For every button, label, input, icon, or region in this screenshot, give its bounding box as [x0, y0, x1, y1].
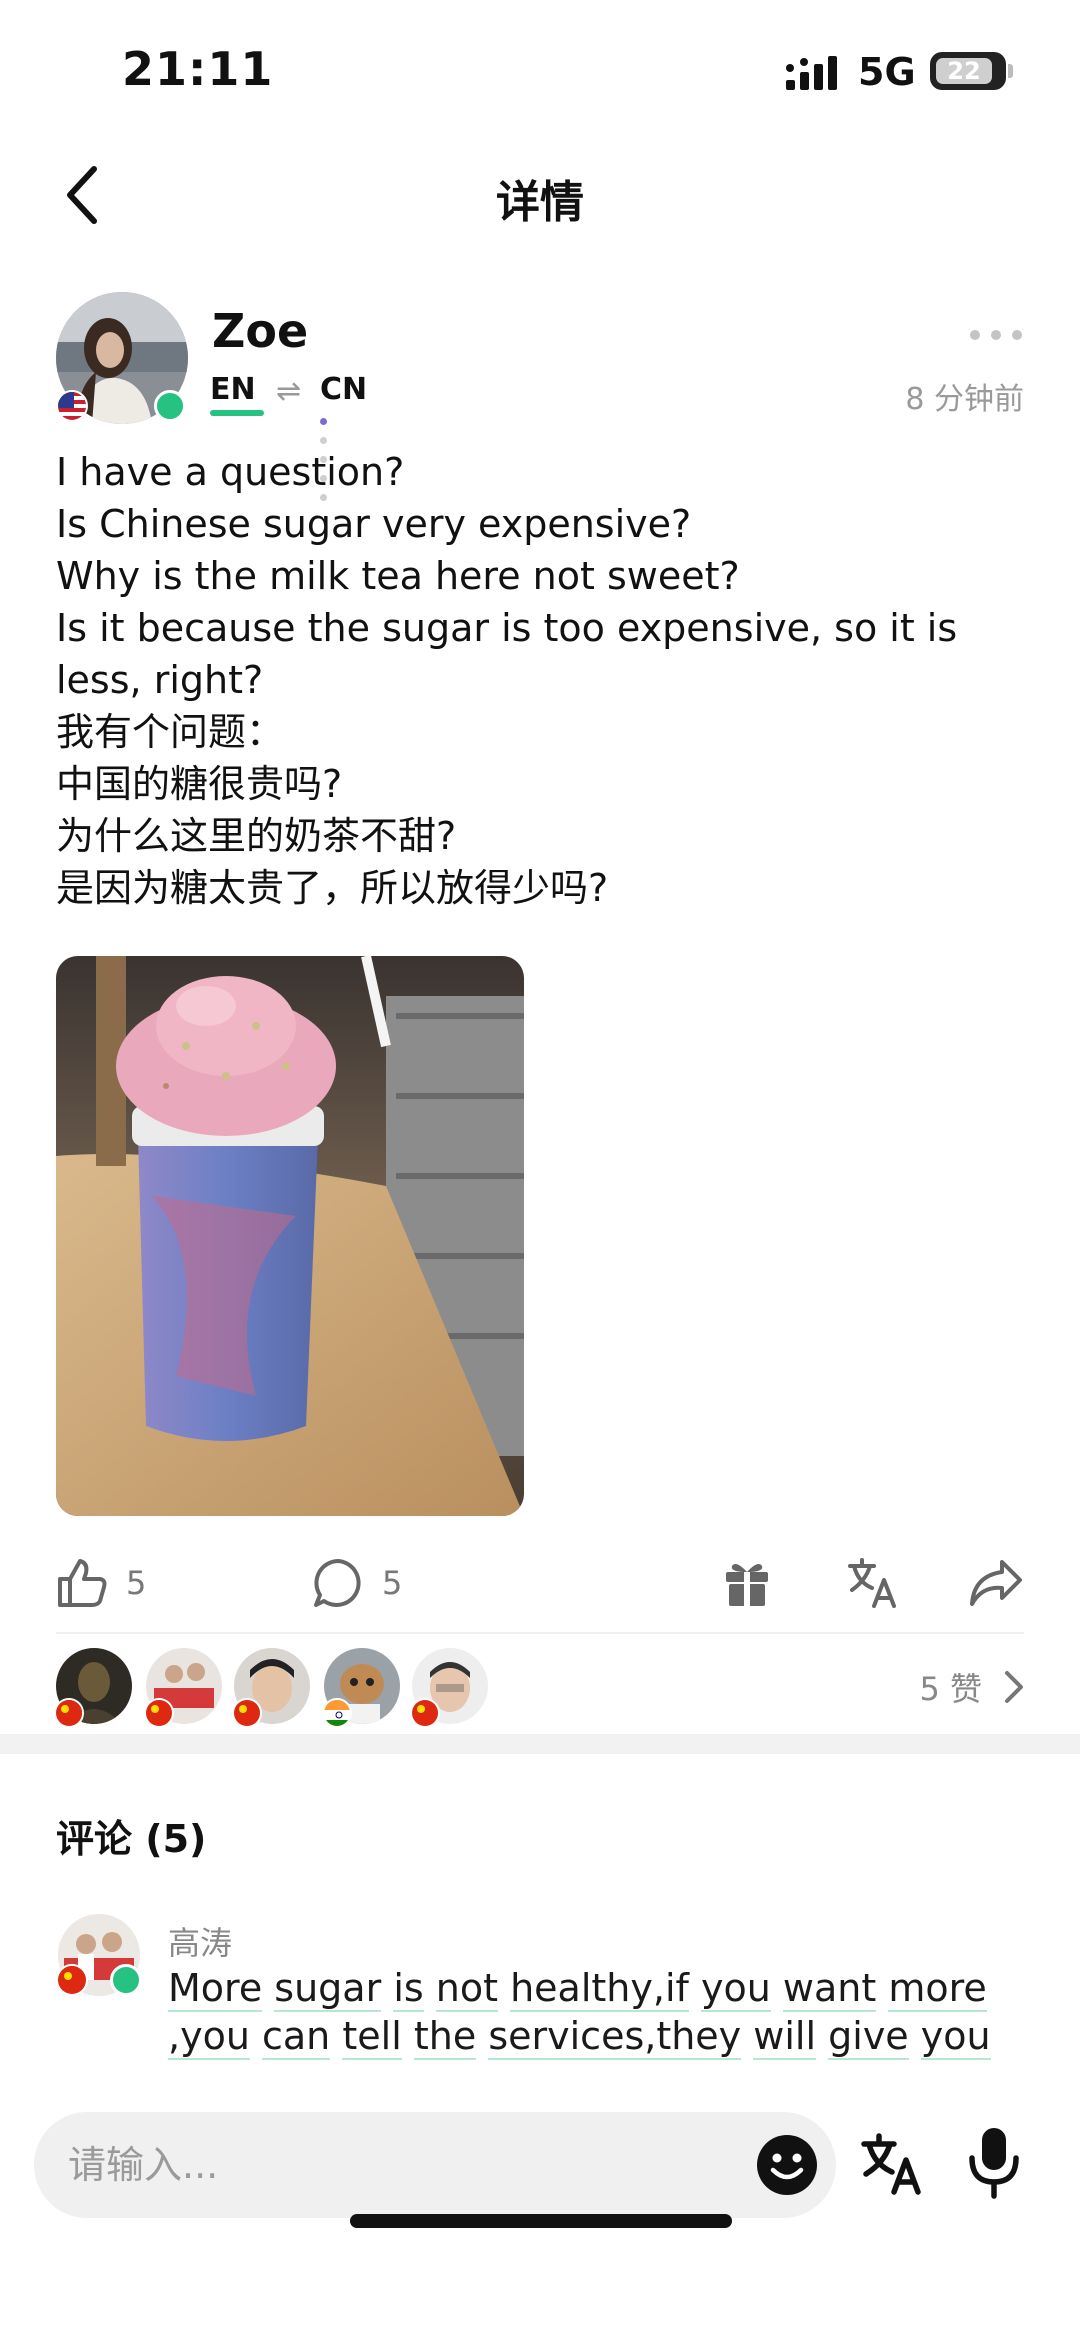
china-flag-icon: [232, 1698, 262, 1728]
microphone-icon: [969, 2128, 1019, 2199]
liker-avatar[interactable]: [322, 1648, 400, 1728]
china-flag-icon: [54, 1698, 84, 1728]
likers-row[interactable]: 5 赞: [0, 1644, 1080, 1728]
like-button[interactable]: 5: [56, 1554, 146, 1612]
post-line: Is it because the sugar is too expensive…: [56, 606, 958, 702]
more-dot-icon: [970, 330, 980, 340]
comment-word[interactable]: not: [435, 1966, 498, 2012]
comment-word[interactable]: will: [753, 2014, 817, 2060]
comment-word[interactable]: services,they: [488, 2014, 742, 2060]
commenter-name[interactable]: 高涛: [168, 1918, 232, 1964]
more-dot-icon: [1012, 330, 1022, 340]
comment-word[interactable]: you: [700, 1966, 771, 2012]
china-flag-icon: [410, 1698, 440, 1728]
commenter-avatar[interactable]: [56, 1914, 142, 1996]
post-text: I have a question? Is Chinese sugar very…: [56, 446, 1024, 914]
post-line: 中国的糖很贵吗?: [56, 762, 343, 806]
liker-avatar[interactable]: [144, 1648, 222, 1728]
translate-icon: [861, 2133, 921, 2195]
swap-arrows-icon: ⇌: [276, 374, 302, 409]
liker-avatar[interactable]: [232, 1648, 310, 1728]
comment-text[interactable]: More sugar is not healthy,if you want mo…: [168, 1964, 1028, 2082]
likes-total-label: 5 赞: [919, 1670, 982, 1708]
post-line: Why is the milk tea here not sweet?: [56, 554, 740, 598]
signal-icon: [786, 56, 837, 90]
comment-input-container[interactable]: [34, 2112, 836, 2218]
author-avatar[interactable]: [56, 292, 188, 424]
online-status-dot: [110, 1964, 142, 1996]
divider: [56, 1632, 1024, 1634]
more-dot-icon: [991, 330, 1001, 340]
comment-input-bar: [0, 2090, 1080, 2336]
share-arrow-icon: [970, 1560, 1022, 1606]
translate-icon: [848, 1558, 896, 1608]
post-line: Is Chinese sugar very expensive?: [56, 502, 692, 546]
post-timestamp: 8 分钟前: [905, 382, 1024, 417]
comment-word[interactable]: is: [393, 1966, 424, 2012]
online-status-dot: [154, 390, 186, 422]
battery-level: 22: [936, 58, 992, 84]
gift-icon: [726, 1564, 768, 1606]
author-name[interactable]: Zoe: [212, 304, 308, 358]
comment-word[interactable]: can: [262, 2014, 331, 2060]
comment-input[interactable]: [68, 2132, 748, 2198]
translate-input-button[interactable]: [860, 2132, 924, 2196]
comment-word[interactable]: tell: [342, 2014, 402, 2060]
thumbs-up-icon: [58, 1559, 107, 1607]
voice-input-button[interactable]: [966, 2126, 1022, 2200]
comment-word[interactable]: healthy,if: [510, 1966, 689, 2012]
share-button[interactable]: [968, 1554, 1024, 1612]
post-photo[interactable]: [56, 956, 524, 1516]
native-language: EN: [210, 372, 256, 407]
comment-word[interactable]: the: [413, 2014, 477, 2060]
us-flag-icon: [56, 390, 88, 422]
china-flag-icon: [144, 1698, 174, 1728]
translate-post-button[interactable]: [846, 1554, 900, 1612]
comment-word[interactable]: ,you: [168, 2014, 250, 2060]
comment-word[interactable]: you: [920, 2014, 991, 2060]
india-flag-icon: [322, 1698, 352, 1728]
comment-word[interactable]: sugar: [274, 1966, 382, 2012]
home-indicator[interactable]: [350, 2214, 732, 2228]
smiley-icon: [757, 2135, 817, 2195]
china-flag-icon: [56, 1964, 88, 1996]
battery-tip: [1008, 64, 1013, 78]
network-type: 5G: [858, 50, 916, 94]
post-line: I have a question?: [56, 450, 405, 494]
learning-language: CN: [320, 372, 368, 407]
like-count: 5: [126, 1564, 147, 1602]
post-line: 为什么这里的奶茶不甜?: [56, 814, 457, 858]
liker-avatar[interactable]: [410, 1648, 488, 1728]
likes-total-link[interactable]: 5 赞: [919, 1664, 1024, 1710]
nav-bar: 详情: [0, 140, 1080, 250]
comment-word[interactable]: more: [888, 1966, 987, 2012]
liker-avatar[interactable]: [54, 1648, 132, 1728]
status-time: 21:11: [122, 42, 274, 96]
post-line: 是因为糖太贵了，所以放得少吗?: [56, 866, 609, 910]
more-options-button[interactable]: [970, 320, 1022, 350]
post-actions: 5 5: [0, 1546, 1080, 1620]
comments-heading: 评论 (5): [56, 1817, 207, 1861]
section-divider: [0, 1734, 1080, 1754]
comment-count: 5: [382, 1564, 403, 1602]
status-bar: 21:11 5G 22: [0, 0, 1080, 140]
emoji-button[interactable]: [756, 2134, 818, 2196]
comment-word[interactable]: want: [782, 1966, 877, 2012]
battery-icon: 22: [930, 52, 1006, 90]
comment-word[interactable]: give: [828, 2014, 909, 2060]
comment-bubble-icon: [314, 1559, 361, 1607]
post-line: 我有个问题：: [56, 710, 285, 754]
native-language-level: [210, 410, 264, 416]
gift-button[interactable]: [722, 1554, 772, 1612]
comment-button[interactable]: 5: [312, 1554, 402, 1612]
comment-word[interactable]: More: [168, 1966, 263, 2012]
page-title: 详情: [496, 177, 584, 228]
chevron-right-icon: [1005, 1671, 1023, 1703]
